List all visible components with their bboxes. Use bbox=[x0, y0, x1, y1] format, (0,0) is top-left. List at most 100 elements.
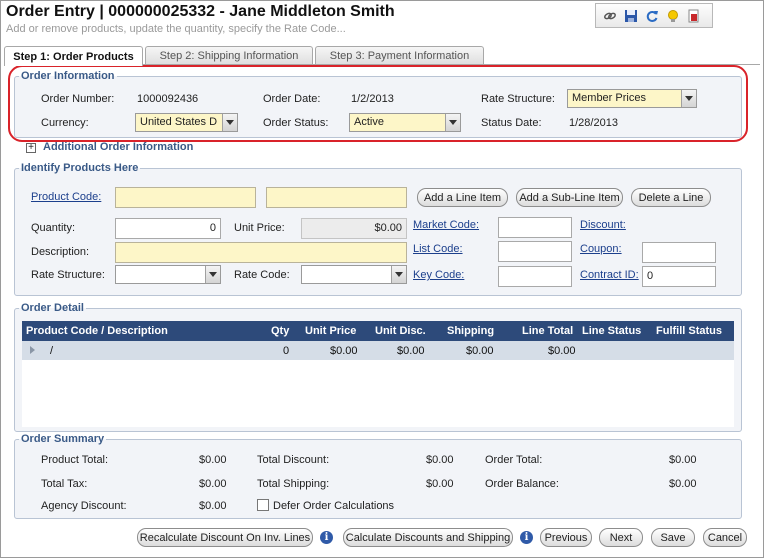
chevron-down-icon[interactable] bbox=[222, 114, 237, 131]
quantity-input[interactable]: 0 bbox=[115, 218, 221, 239]
unit-price-input: $0.00 bbox=[301, 218, 407, 239]
rate-structure-select[interactable]: Member Prices bbox=[567, 89, 697, 108]
col-unit-disc[interactable]: Unit Disc. bbox=[375, 325, 426, 337]
next-button[interactable]: Next bbox=[599, 528, 643, 547]
col-line-total[interactable]: Line Total bbox=[522, 325, 573, 337]
order-number-label: Order Number: bbox=[41, 93, 115, 105]
agency-discount-value: $0.00 bbox=[199, 500, 227, 512]
coupon-link[interactable]: Coupon: bbox=[580, 243, 622, 255]
currency-select[interactable]: United States D bbox=[135, 113, 238, 132]
cell-qty: 0 bbox=[283, 345, 290, 357]
unit-price-label: Unit Price: bbox=[234, 222, 285, 234]
product-total-label: Product Total: bbox=[41, 454, 109, 466]
order-balance-value: $0.00 bbox=[669, 478, 697, 490]
order-status-value: Active bbox=[354, 116, 384, 128]
rate-structure-value: Member Prices bbox=[572, 92, 646, 104]
order-detail-grid-header: Product Code / Description Qty Unit Pric… bbox=[22, 321, 734, 341]
chevron-down-icon[interactable] bbox=[391, 266, 406, 283]
order-date-value: 1/2/2013 bbox=[351, 93, 394, 105]
save-button[interactable]: Save bbox=[651, 528, 695, 547]
product-code-input[interactable] bbox=[115, 187, 256, 208]
order-number-value: 1000092436 bbox=[137, 93, 199, 105]
description-label: Description: bbox=[31, 246, 90, 258]
tab-order-products[interactable]: Step 1: Order Products bbox=[4, 46, 143, 66]
col-shipping[interactable]: Shipping bbox=[447, 325, 494, 337]
line-rate-structure-select[interactable] bbox=[115, 265, 221, 284]
identify-products-legend: Identify Products Here bbox=[21, 162, 139, 174]
lightbulb-icon[interactable] bbox=[665, 8, 680, 23]
col-product-code[interactable]: Product Code / Description bbox=[26, 325, 168, 337]
list-code-link[interactable]: List Code: bbox=[413, 243, 463, 255]
report-icon[interactable] bbox=[686, 8, 701, 23]
page-subtitle: Add or remove products, update the quant… bbox=[6, 23, 346, 35]
cell-unit-price: $0.00 bbox=[330, 345, 358, 357]
cell-shipping: $0.00 bbox=[466, 345, 494, 357]
cancel-button[interactable]: Cancel bbox=[703, 528, 747, 547]
col-unit-price[interactable]: Unit Price bbox=[305, 325, 356, 337]
market-code-link[interactable]: Market Code: bbox=[413, 219, 479, 231]
order-status-select[interactable]: Active bbox=[349, 113, 461, 132]
previous-button[interactable]: Previous bbox=[540, 528, 592, 547]
page-title: Order Entry | 000000025332 - Jane Middle… bbox=[6, 3, 395, 20]
total-discount-label: Total Discount: bbox=[257, 454, 330, 466]
contract-id-input[interactable]: 0 bbox=[642, 266, 716, 287]
key-code-link[interactable]: Key Code: bbox=[413, 269, 464, 281]
discount-link[interactable]: Discount: bbox=[580, 219, 626, 231]
total-shipping-value: $0.00 bbox=[426, 478, 454, 490]
col-line-status[interactable]: Line Status bbox=[582, 325, 641, 337]
tab-payment-information[interactable]: Step 3: Payment Information bbox=[315, 46, 484, 65]
link-icon[interactable] bbox=[602, 8, 617, 23]
additional-order-info-link[interactable]: Additional Order Information bbox=[43, 141, 193, 153]
agency-discount-label: Agency Discount: bbox=[41, 500, 127, 512]
table-row[interactable]: / 0 $0.00 $0.00 $0.00 $0.00 bbox=[22, 341, 734, 360]
currency-value: United States D bbox=[140, 116, 218, 128]
order-summary-legend: Order Summary bbox=[21, 433, 105, 445]
order-balance-label: Order Balance: bbox=[485, 478, 559, 490]
product-total-value: $0.00 bbox=[199, 454, 227, 466]
coupon-input[interactable] bbox=[642, 242, 716, 263]
contract-id-link[interactable]: Contract ID: bbox=[580, 269, 639, 281]
market-code-input[interactable] bbox=[498, 217, 572, 238]
order-date-label: Order Date: bbox=[263, 93, 321, 105]
order-total-value: $0.00 bbox=[669, 454, 697, 466]
chevron-down-icon[interactable] bbox=[681, 90, 696, 107]
product-code-link[interactable]: Product Code: bbox=[31, 191, 101, 203]
add-sub-line-item-button[interactable]: Add a Sub-Line Item bbox=[516, 188, 623, 207]
calculate-discounts-shipping-button[interactable]: Calculate Discounts and Shipping bbox=[343, 528, 513, 547]
chevron-down-icon[interactable] bbox=[205, 266, 220, 283]
chevron-down-icon[interactable] bbox=[445, 114, 460, 131]
info-icon[interactable]: i bbox=[320, 531, 333, 544]
save-icon[interactable] bbox=[623, 8, 638, 23]
product-code-secondary-input[interactable] bbox=[266, 187, 407, 208]
rate-structure-label: Rate Structure: bbox=[481, 93, 555, 105]
currency-label: Currency: bbox=[41, 117, 89, 129]
status-date-value: 1/28/2013 bbox=[569, 117, 618, 129]
rate-code-select[interactable] bbox=[301, 265, 407, 284]
defer-calculations-label: Defer Order Calculations bbox=[273, 500, 395, 512]
expand-toggle-icon[interactable]: + bbox=[26, 143, 36, 153]
delete-line-button[interactable]: Delete a Line bbox=[631, 188, 711, 207]
cell-product: / bbox=[50, 345, 54, 357]
list-code-input[interactable] bbox=[498, 241, 572, 262]
quantity-label: Quantity: bbox=[31, 222, 76, 234]
col-fulfill-status[interactable]: Fulfill Status bbox=[656, 325, 722, 337]
total-shipping-label: Total Shipping: bbox=[257, 478, 330, 490]
order-information-legend: Order Information bbox=[21, 70, 115, 82]
recalculate-discount-button[interactable]: Recalculate Discount On Inv. Lines bbox=[137, 528, 313, 547]
total-tax-value: $0.00 bbox=[199, 478, 227, 490]
defer-calculations-checkbox[interactable] bbox=[257, 499, 269, 511]
info-icon[interactable]: i bbox=[520, 531, 533, 544]
col-qty[interactable]: Qty bbox=[271, 325, 289, 337]
cell-unit-disc: $0.00 bbox=[397, 345, 425, 357]
total-discount-value: $0.00 bbox=[426, 454, 454, 466]
cell-line-total: $0.00 bbox=[548, 345, 576, 357]
order-total-label: Order Total: bbox=[485, 454, 543, 466]
description-input[interactable] bbox=[115, 242, 407, 263]
row-selector-icon[interactable] bbox=[30, 346, 35, 354]
order-detail-grid-body bbox=[22, 360, 734, 427]
tab-shipping-information[interactable]: Step 2: Shipping Information bbox=[145, 46, 313, 65]
refresh-icon[interactable] bbox=[644, 8, 659, 23]
toolbar bbox=[595, 3, 713, 28]
add-line-item-button[interactable]: Add a Line Item bbox=[417, 188, 508, 207]
key-code-input[interactable] bbox=[498, 266, 572, 287]
